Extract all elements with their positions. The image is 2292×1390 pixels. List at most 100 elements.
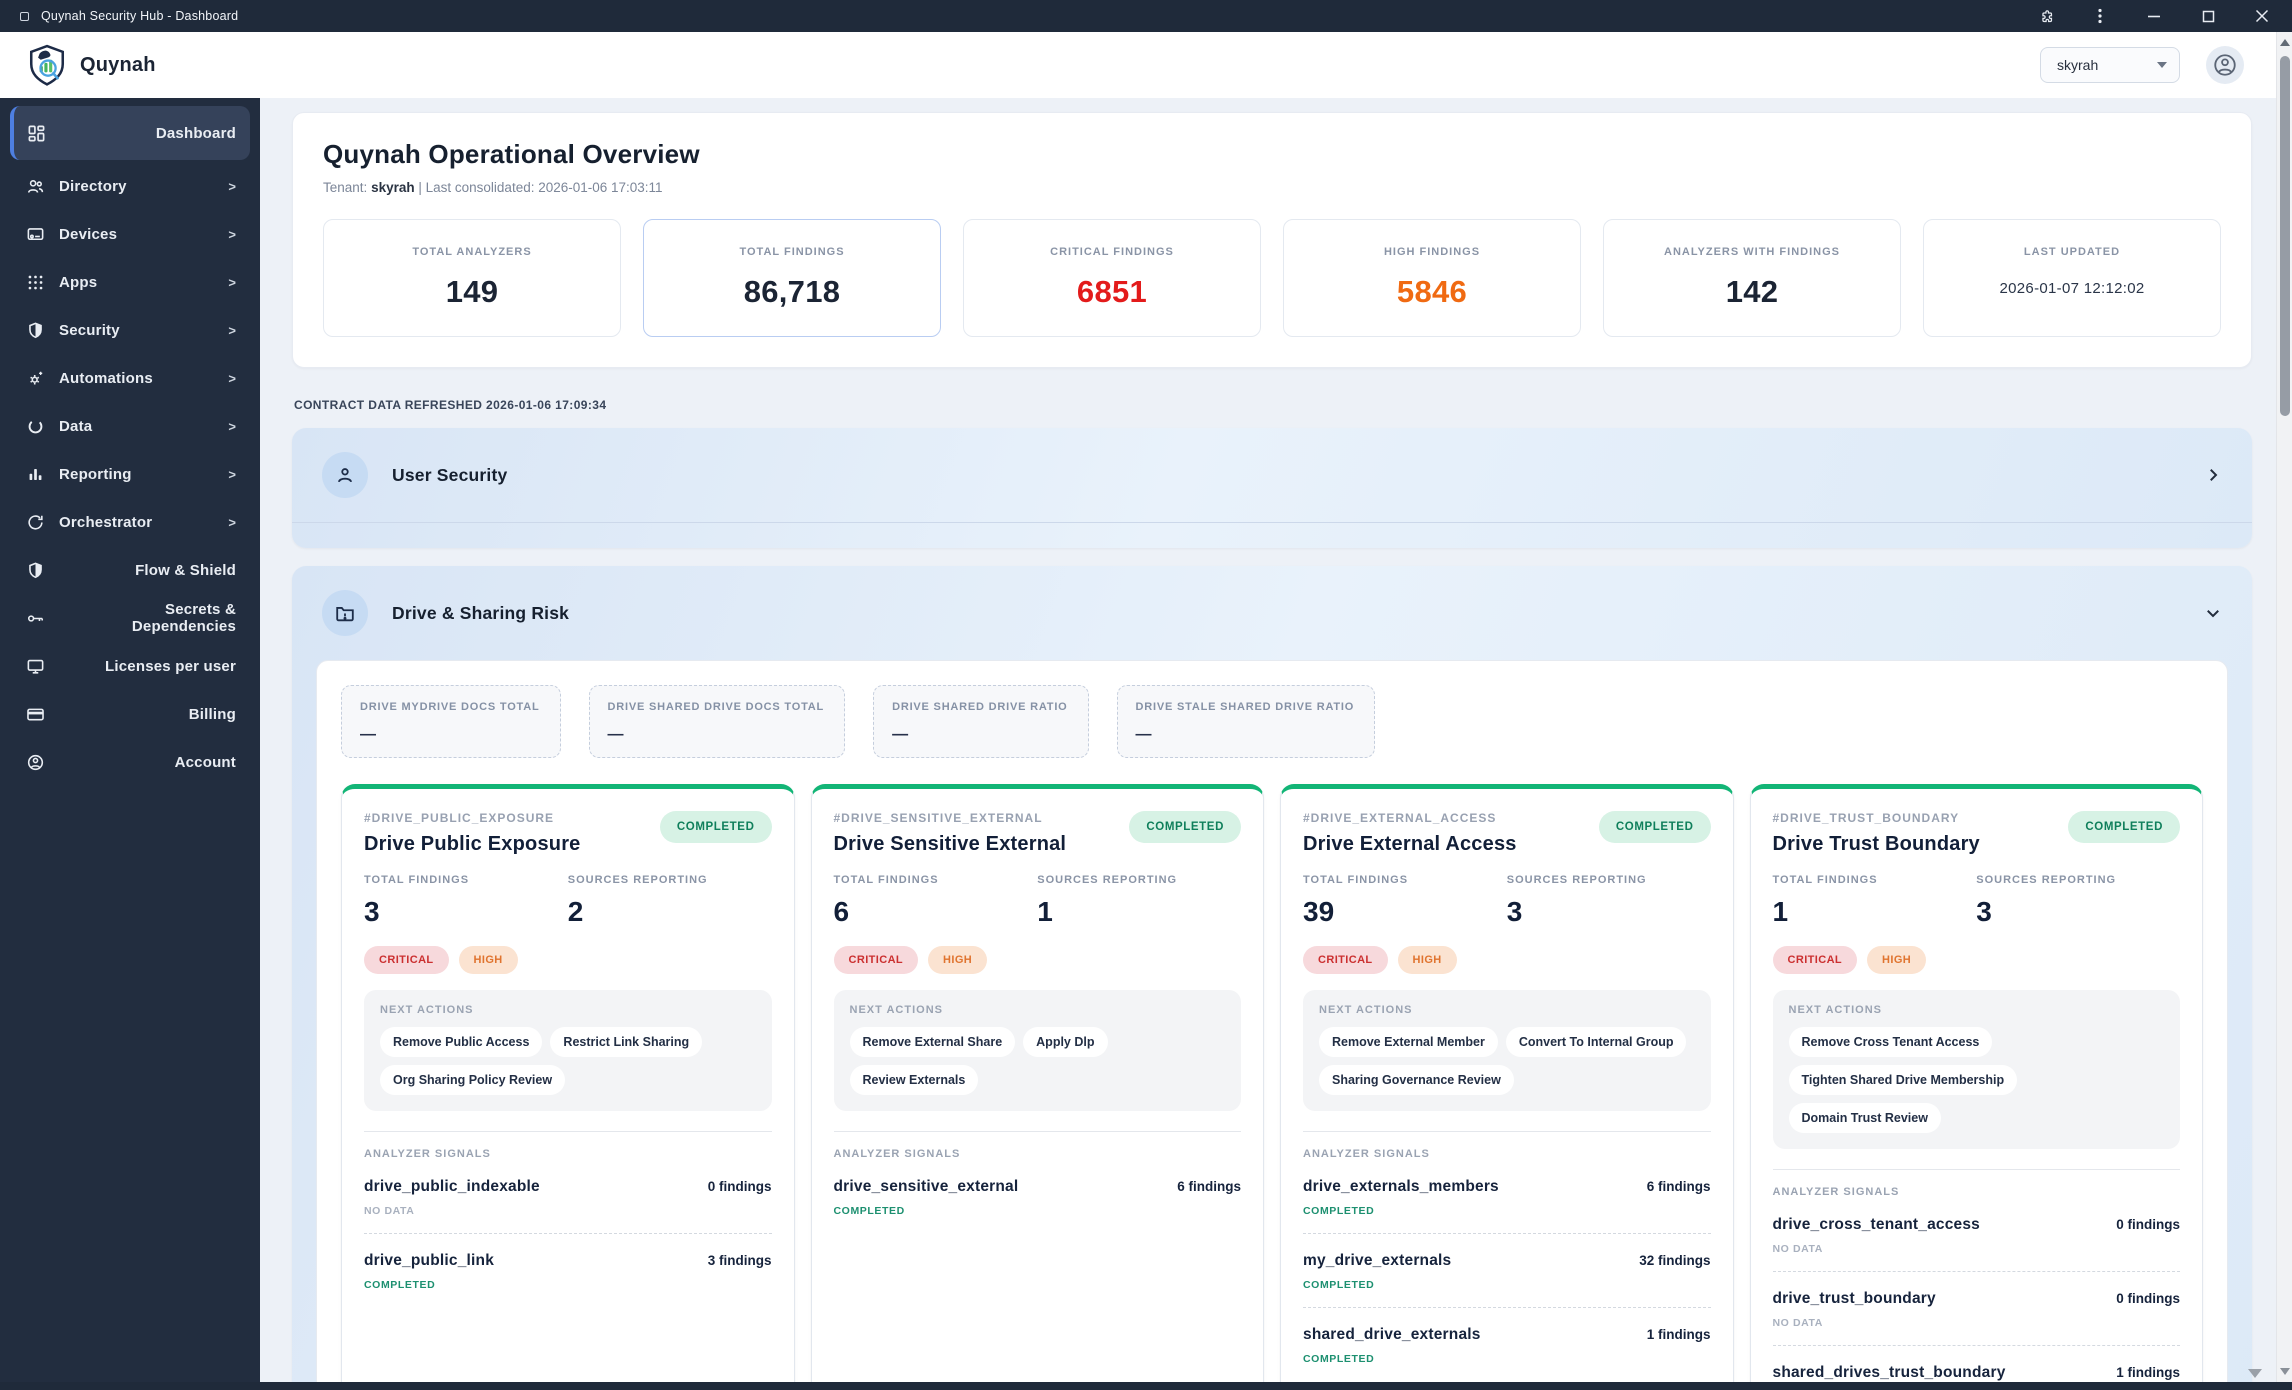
apps-grid-icon (28, 275, 43, 289)
sidebar-item-account[interactable]: Account (10, 738, 250, 786)
signal-row: drive_sensitive_external 6 findings COMP… (834, 1178, 1242, 1217)
signal-status: NO DATA (1772, 1317, 1823, 1329)
sources-reporting-label: SOURCES REPORTING (1506, 874, 1647, 886)
sidebar-item-orchestrator[interactable]: Orchestrator > (10, 498, 250, 546)
bar-chart-icon (29, 468, 42, 480)
signal-status: NO DATA (364, 1205, 415, 1217)
window-bottom-edge (0, 1382, 2292, 1390)
severity-badge-high: HIGH (928, 946, 988, 974)
stat-value: 149 (445, 274, 499, 309)
next-actions-box: NEXT ACTIONS Remove External Member Conv… (1303, 990, 1711, 1111)
signal-findings: 1 findings (2116, 1365, 2180, 1380)
scrollbar-thumb[interactable] (2280, 56, 2290, 416)
stat-total-analyzers[interactable]: TOTAL ANALYZERS 149 (323, 219, 621, 337)
user-security-header[interactable]: User Security (292, 428, 2252, 522)
close-button[interactable] (2242, 3, 2282, 29)
analyzer-signals-label: ANALYZER SIGNALS (364, 1148, 491, 1160)
device-icon (27, 227, 44, 240)
sidebar-item-data[interactable]: Data > (10, 402, 250, 450)
close-icon (2255, 9, 2269, 23)
sidebar-item-flow-shield[interactable]: Flow & Shield (10, 546, 250, 594)
analyzer-card-drive-sensitive-external: #DRIVE_SENSITIVE_EXTERNAL Drive Sensitiv… (810, 784, 1264, 1390)
stat-high-findings[interactable]: HIGH FINDINGS 5846 (1283, 219, 1581, 337)
sources-reporting-value: 1 (1037, 896, 1053, 927)
total-findings-value: 6 (833, 896, 850, 927)
sidebar-item-reporting[interactable]: Reporting > (10, 450, 250, 498)
analyzer-signals-label: ANALYZER SIGNALS (1303, 1148, 1430, 1160)
sources-reporting-value: 3 (1976, 896, 1992, 927)
action-pill[interactable]: Remove Cross Tenant Access (1788, 1027, 1993, 1057)
credit-card-icon (27, 708, 44, 720)
action-pill[interactable]: Sharing Governance Review (1319, 1065, 1514, 1095)
action-pill[interactable]: Restrict Link Sharing (550, 1027, 703, 1057)
action-pill[interactable]: Remove External Member (1319, 1027, 1498, 1057)
action-pill[interactable]: Apply Dlp (1023, 1027, 1108, 1057)
sidebar-item-label: Security (59, 321, 120, 339)
signal-findings: 0 findings (2116, 1217, 2180, 1232)
action-pill[interactable]: Tighten Shared Drive Membership (1788, 1065, 2018, 1095)
action-pill[interactable]: Review Externals (849, 1065, 979, 1095)
total-findings-label: TOTAL FINDINGS (833, 874, 939, 886)
action-pill[interactable]: Remove External Share (849, 1027, 1016, 1057)
severity-badge-critical: CRITICAL (833, 946, 919, 974)
extensions-button[interactable] (2026, 3, 2066, 29)
drive-sharing-header[interactable]: Drive & Sharing Risk (292, 566, 2252, 660)
chevron-right-icon[interactable] (2204, 466, 2222, 484)
chevron-down-icon (2157, 62, 2167, 68)
user-avatar[interactable] (2206, 46, 2244, 84)
sidebar-item-automations[interactable]: Automations > (10, 354, 250, 402)
stat-total-findings[interactable]: TOTAL FINDINGS 86,718 (643, 219, 941, 337)
vertical-scrollbar[interactable] (2276, 32, 2292, 1382)
sidebar-item-devices[interactable]: Devices > (10, 210, 250, 258)
sidebar-item-apps[interactable]: Apps > (10, 258, 250, 306)
maximize-button[interactable] (2188, 3, 2228, 29)
analyzer-card-drive-external-access: #DRIVE_EXTERNAL_ACCESS Drive External Ac… (1280, 784, 1734, 1390)
dashed-divider (1772, 1271, 2180, 1272)
analyzer-tag: #DRIVE_TRUST_BOUNDARY (1772, 811, 1960, 825)
dashed-divider (1303, 1233, 1711, 1234)
signal-name: drive_trust_boundary (1772, 1290, 1936, 1307)
status-badge: COMPLETED (659, 811, 772, 843)
scrollbar-up-arrow-icon[interactable] (2280, 39, 2290, 46)
signal-row: drive_public_link 3 findings COMPLETED (364, 1252, 772, 1291)
chevron-right-icon: > (228, 178, 236, 194)
menu-kebab-button[interactable] (2080, 3, 2120, 29)
stat-critical-findings[interactable]: CRITICAL FINDINGS 6851 (963, 219, 1261, 337)
total-findings-value: 1 (1772, 896, 1789, 927)
section-title: Drive & Sharing Risk (392, 602, 570, 623)
signal-status: COMPLETED (1303, 1279, 1375, 1291)
signal-row: drive_externals_members 6 findings COMPL… (1303, 1178, 1711, 1217)
chevron-down-icon[interactable] (2204, 604, 2222, 622)
action-pill[interactable]: Convert To Internal Group (1505, 1027, 1687, 1057)
sources-reporting-label: SOURCES REPORTING (1976, 874, 2117, 886)
user-icon (322, 452, 368, 498)
action-pill[interactable]: Org Sharing Policy Review (380, 1065, 566, 1095)
next-actions-box: NEXT ACTIONS Remove External Share Apply… (833, 990, 1241, 1111)
stat-last-updated[interactable]: LAST UPDATED 2026-01-07 12:12:02 (1923, 219, 2221, 337)
stat-analyzers-with-findings[interactable]: ANALYZERS WITH FINDINGS 142 (1603, 219, 1901, 337)
sidebar-item-secrets-dependencies[interactable]: Secrets & Dependencies (10, 594, 250, 642)
sidebar-item-directory[interactable]: Directory > (10, 162, 250, 210)
action-pill[interactable]: Remove Public Access (380, 1027, 543, 1057)
sidebar-item-label: Data (59, 417, 93, 435)
sidebar-item-label: Apps (59, 273, 98, 291)
maximize-icon (2202, 10, 2214, 22)
status-badge: COMPLETED (1129, 811, 1241, 843)
sidebar-item-security[interactable]: Security > (10, 306, 250, 354)
status-badge: COMPLETED (2068, 811, 2180, 843)
divider (1772, 1169, 2180, 1170)
sidebar-item-dashboard[interactable]: Dashboard (10, 106, 250, 160)
overview-panel: Quynah Operational Overview Tenant: skyr… (292, 112, 2252, 368)
action-pill[interactable]: Domain Trust Review (1788, 1103, 1941, 1133)
signal-row: my_drive_externals 32 findings COMPLETED (1303, 1252, 1711, 1291)
page-title: Quynah Operational Overview (323, 139, 700, 169)
window-titlebar: Quynah Security Hub - Dashboard (0, 0, 2292, 32)
folder-alert-icon (322, 590, 368, 636)
stat-label: TOTAL FINDINGS (739, 246, 845, 258)
tenant-select[interactable]: skyrah (2040, 47, 2180, 83)
sidebar-item-billing[interactable]: Billing (10, 690, 250, 738)
scrollbar-down-arrow-icon[interactable] (2280, 1368, 2290, 1375)
analyzer-title: Drive External Access (1303, 833, 1517, 855)
minimize-button[interactable] (2134, 3, 2174, 29)
sidebar-item-licenses[interactable]: Licenses per user (10, 642, 250, 690)
